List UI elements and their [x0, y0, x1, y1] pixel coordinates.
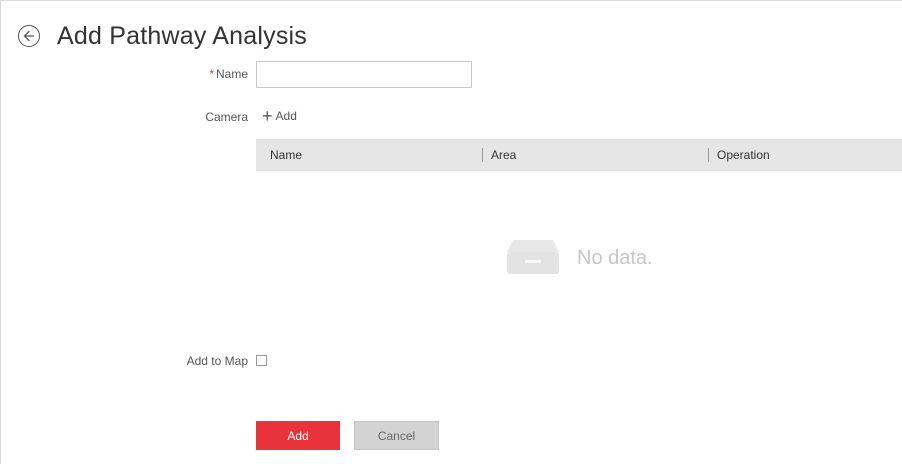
- column-header-area[interactable]: Area: [491, 139, 516, 171]
- name-label: * Name: [190, 67, 248, 81]
- name-label-text: Name: [215, 67, 248, 81]
- plus-icon: +: [262, 106, 273, 126]
- column-header-name[interactable]: Name: [270, 139, 302, 171]
- cancel-button[interactable]: Cancel: [354, 421, 439, 450]
- required-mark: *: [209, 67, 214, 81]
- column-divider: [708, 148, 709, 162]
- page-title: Add Pathway Analysis: [57, 21, 307, 50]
- add-camera-label: Add: [275, 109, 297, 123]
- back-arrow-icon[interactable]: [18, 25, 40, 47]
- page-header: Add Pathway Analysis: [18, 20, 307, 52]
- empty-box-icon: [505, 236, 561, 281]
- empty-state: No data.: [505, 236, 653, 281]
- name-input[interactable]: [256, 61, 472, 88]
- no-data-text: No data.: [577, 247, 653, 269]
- add-camera-button[interactable]: + Add: [262, 106, 297, 126]
- add-to-map-checkbox[interactable]: [256, 355, 267, 366]
- column-header-operation[interactable]: Operation: [717, 139, 770, 171]
- column-divider: [482, 148, 483, 162]
- top-divider: [0, 0, 902, 1]
- camera-table-header: Name Area Operation: [256, 139, 902, 171]
- camera-label: Camera: [205, 110, 248, 124]
- add-to-map-label: Add to Map: [186, 354, 248, 368]
- add-button[interactable]: Add: [256, 421, 340, 450]
- left-divider: [0, 0, 1, 464]
